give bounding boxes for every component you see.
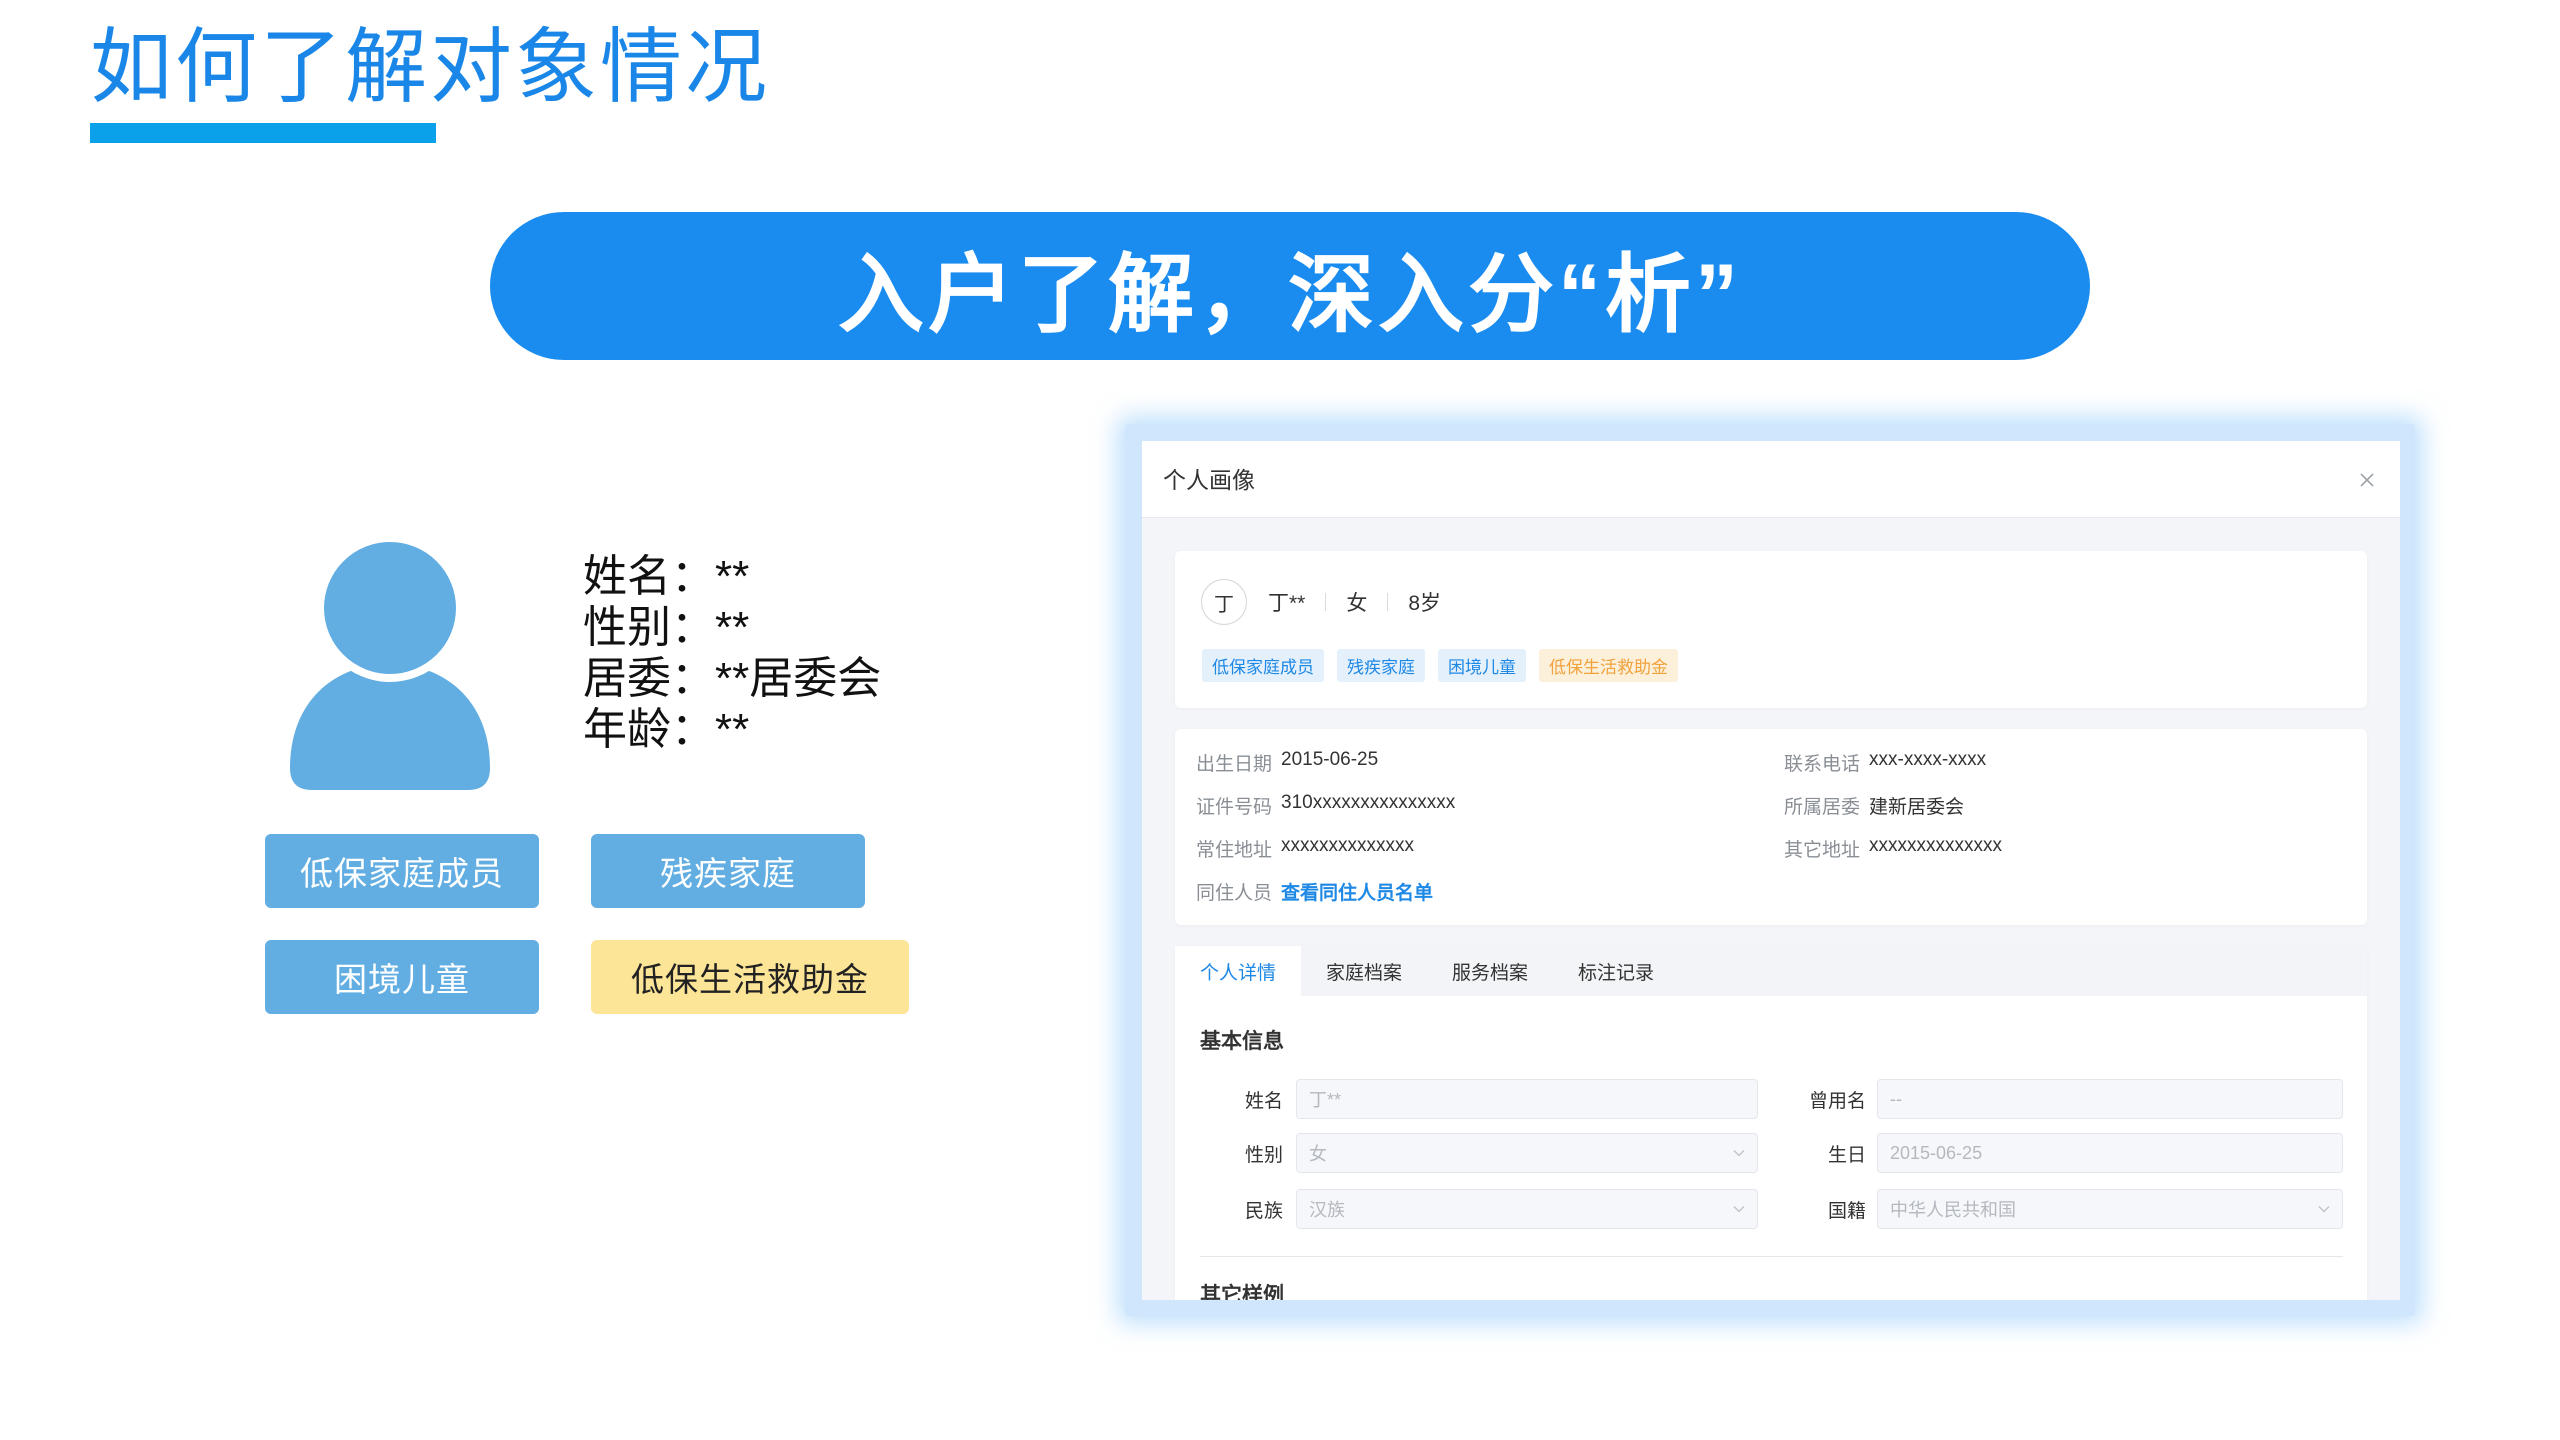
summary-card: 丁 丁** 女 8岁 低保家庭成员 残疾家庭 困境儿童 低保生活救助金 [1175,551,2367,708]
title-underline-bar [90,123,436,143]
detail-item: 所属居委 建新居委会 [1784,792,2372,819]
profile-field-label: 年龄： [583,705,715,754]
detail-label: 常住地址 [1196,840,1273,861]
field-value: -- [1890,1088,1902,1109]
field-label: 曾用名 [1808,1090,1866,1112]
divider [1387,593,1389,611]
summary-tags: 低保家庭成员 残疾家庭 困境儿童 低保生活救助金 [1202,649,1678,682]
profile-field-value: ** [715,552,750,601]
detail-item: 同住人员 查看同住人员名单 [1196,878,1784,905]
detail-label: 证件号码 [1196,797,1273,818]
field-value: 汉族 [1309,1200,1345,1220]
tab-bar: 个人详情 家庭档案 服务档案 标注记录 [1175,946,2367,996]
page-title: 如何了解对象情况 [90,22,771,113]
detail-label: 出生日期 [1196,754,1273,775]
modal-title: 个人画像 [1163,467,1255,493]
profile-field-label: 居委： [583,654,715,703]
profile-age-line: 年龄：** [583,704,881,755]
profile-field-label: 性别： [583,603,715,652]
former-name-field[interactable]: -- [1877,1079,2343,1119]
profile-name-line: 姓名：** [583,551,881,602]
view-cohabitants-link[interactable]: 查看同住人员名单 [1281,878,1433,905]
name-field[interactable]: 丁** [1296,1079,1758,1119]
divider [1325,593,1327,611]
modal-screenshot-frame: 个人画像 丁 丁** 女 8岁 低保家庭成员 残疾家庭 困境儿童 低保生活救助金 [1125,424,2415,1316]
detail-label: 所属居委 [1784,797,1861,818]
profile-tag: 困境儿童 [265,940,539,1014]
profile-tag-highlight: 低保生活救助金 [591,940,909,1014]
detail-row: 出生日期 2015-06-25 联系电话 xxx-xxxx-xxxx [1196,741,2372,784]
detail-value: xxxxxxxxxxxxxx [1869,835,2002,856]
profile-info: 姓名：** 性别：** 居委：**居委会 年龄：** [583,551,881,755]
summary-name: 丁** [1268,592,1306,615]
field-value: 女 [1309,1144,1327,1164]
summary-row: 丁 丁** 女 8岁 [1201,579,1441,625]
detail-row: 证件号码 310xxxxxxxxxxxxxxx 所属居委 建新居委会 [1196,784,2372,827]
tab-annotation-records[interactable]: 标注记录 [1553,946,1679,996]
detail-tabs-card: 个人详情 家庭档案 服务档案 标注记录 基本信息 姓名 丁** 曾用名 -- 性… [1175,946,2367,1300]
detail-item: 出生日期 2015-06-25 [1196,749,1784,776]
section-heading-other: 其它样例 [1200,1284,1284,1300]
nationality-select[interactable]: 中华人民共和国 [1877,1189,2343,1229]
section-divider [1200,1256,2343,1257]
detail-value: xxx-xxxx-xxxx [1869,749,1987,770]
chevron-down-icon [1733,1206,1745,1213]
profile-gender-line: 性别：** [583,602,881,653]
status-badge: 低保生活救助金 [1539,649,1678,682]
field-label: 性别 [1244,1144,1283,1166]
detail-item: 联系电话 xxx-xxxx-xxxx [1784,749,2372,776]
gender-select[interactable]: 女 [1296,1133,1758,1173]
modal-header: 个人画像 [1142,441,2400,518]
detail-item: 常住地址 xxxxxxxxxxxxxx [1196,835,1784,862]
field-label: 国籍 [1827,1200,1866,1222]
detail-value: xxxxxxxxxxxxxx [1281,835,1414,856]
status-badge: 困境儿童 [1438,649,1526,682]
form-row: 性别 女 生日 2015-06-25 [1175,1133,2343,1173]
field-value: 2015-06-25 [1890,1142,1983,1163]
tab-personal-details[interactable]: 个人详情 [1175,946,1301,996]
profile-committee-line: 居委：**居委会 [583,653,881,704]
profile-field-value: **居委会 [715,654,882,703]
summary-gender: 女 [1346,592,1368,615]
detail-item: 其它地址 xxxxxxxxxxxxxx [1784,835,2372,862]
chevron-down-icon [2318,1206,2330,1213]
status-badge: 低保家庭成员 [1202,649,1324,682]
profile-field-value: ** [715,603,750,652]
profile-field-label: 姓名： [583,552,715,601]
detail-label: 同住人员 [1196,883,1273,904]
field-value: 中华人民共和国 [1890,1200,2016,1220]
chevron-down-icon [1733,1150,1745,1157]
status-badge: 残疾家庭 [1337,649,1425,682]
form-row: 民族 汉族 国籍 中华人民共和国 [1175,1189,2343,1229]
personal-profile-modal: 个人画像 丁 丁** 女 8岁 低保家庭成员 残疾家庭 困境儿童 低保生活救助金 [1142,441,2400,1300]
profile-tag: 低保家庭成员 [265,834,539,908]
field-label: 民族 [1244,1200,1283,1222]
birthday-field[interactable]: 2015-06-25 [1877,1133,2343,1173]
details-card: 出生日期 2015-06-25 联系电话 xxx-xxxx-xxxx 证件号码 310… [1175,729,2367,925]
user-icon [290,540,490,790]
detail-value: 建新居委会 [1869,797,1965,818]
profile-field-value: ** [715,705,750,754]
field-value: 丁** [1309,1090,1342,1110]
detail-label: 其它地址 [1784,840,1861,861]
ethnicity-select[interactable]: 汉族 [1296,1189,1758,1229]
avatar: 丁 [1201,579,1247,625]
tab-service-records[interactable]: 服务档案 [1427,946,1553,996]
section-heading-basic-info: 基本信息 [1200,1030,1284,1053]
tab-family-records[interactable]: 家庭档案 [1301,946,1427,996]
field-label: 生日 [1827,1144,1866,1166]
form-row: 姓名 丁** 曾用名 -- [1175,1079,2343,1119]
detail-row: 同住人员 查看同住人员名单 [1196,870,1784,913]
profile-tag: 残疾家庭 [591,834,865,908]
detail-value: 2015-06-25 [1281,749,1379,770]
close-icon[interactable] [2355,468,2379,492]
detail-label: 联系电话 [1784,754,1861,775]
field-label: 姓名 [1244,1090,1283,1112]
detail-item: 证件号码 310xxxxxxxxxxxxxxx [1196,792,1784,819]
banner-text: 入户了解，深入分“析” [838,246,1742,343]
detail-value: 310xxxxxxxxxxxxxxx [1281,792,1456,813]
banner: 入户了解，深入分“析” [490,212,2090,360]
detail-row: 常住地址 xxxxxxxxxxxxxx 其它地址 xxxxxxxxxxxxxx [1196,827,2372,870]
summary-age: 8岁 [1408,592,1442,615]
